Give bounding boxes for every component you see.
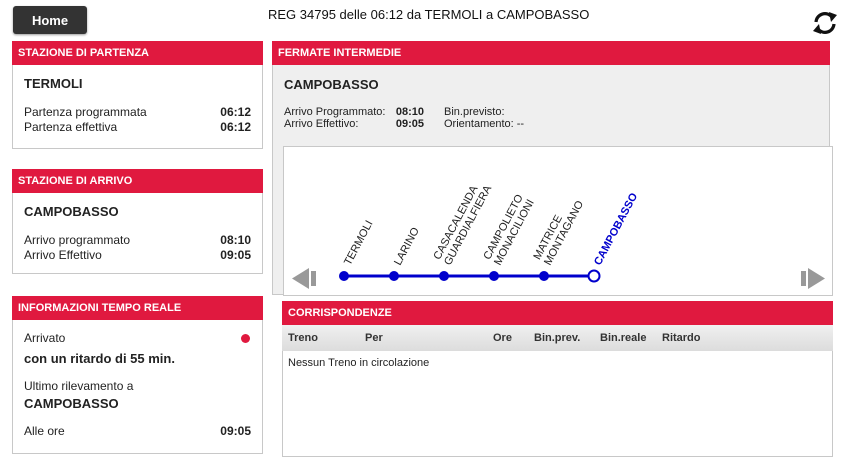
col-bin-reale: Bin.reale [600,332,647,344]
arrow-left-icon[interactable] [292,268,316,289]
col-per: Per [365,332,383,344]
departure-scheduled-row: Partenza programmata 06:12 [24,105,251,119]
realtime-last-label: Ultimo rilevamento a [24,379,134,393]
realtime-time-label: Alle ore [24,424,65,438]
realtime-panel: INFORMAZIONI TEMPO REALE Arrivato con un… [12,296,263,454]
route-stop-dot [489,271,499,281]
route-stop-label: CAMPOLIETOMONACILIONI [481,192,536,267]
connections-header: CORRISPONDENZE [282,301,833,325]
col-ritardo: Ritardo [662,332,701,344]
arrival-actual-label: Arrivo Effettivo [24,248,102,262]
bin-previsto-label: Bin.previsto: [444,106,505,118]
departure-actual-row: Partenza effettiva 06:12 [24,120,251,134]
arr-eff-label: Arrivo Effettivo: [284,118,359,130]
departure-actual-label: Partenza effettiva [24,120,118,134]
departure-scheduled-value: 06:12 [220,105,251,119]
connections-empty-message: Nessun Treno in circolazione [288,357,430,369]
route-stop-dot [389,271,399,281]
realtime-header: INFORMAZIONI TEMPO REALE [12,296,263,320]
refresh-icon[interactable] [810,9,840,37]
route-diagram: TERMOLI LARINO CASACALENDAGUARDIALFIERA CAM… [283,146,833,296]
intermediate-station: CAMPOBASSO [284,77,379,92]
col-treno: Treno [288,332,318,344]
arrival-scheduled-label: Arrivo programmato [24,233,131,247]
route-stop-label: TERMOLI [342,219,376,268]
route-stop-label: CAMPOBASSO [592,191,640,268]
orientamento-label: Orientamento: -- [444,118,525,130]
arr-prog-value: 08:10 [395,106,424,118]
departure-station: TERMOLI [24,76,83,91]
realtime-time-value: 09:05 [220,424,251,438]
route-stop-dot [439,271,449,281]
departure-actual-value: 06:12 [220,120,251,134]
route-svg: TERMOLI LARINO CASACALENDAGUARDIALFIERACAM… [292,183,825,289]
col-ore: Ore [493,332,512,344]
realtime-delay: con un ritardo di 55 min. [24,351,175,366]
col-bin-prev: Bin.prev. [534,332,581,344]
page-title: REG 34795 delle 06:12 da TERMOLI a CAMPO… [268,7,590,22]
arrival-scheduled-value: 08:10 [220,233,251,247]
departure-panel: STAZIONE DI PARTENZA TERMOLI Partenza pr… [12,41,263,149]
arr-prog-label: Arrivo Programmato: [284,106,386,118]
route-stop-label: LARINO [392,225,422,267]
route-stop-dot [587,269,601,283]
realtime-time-row: Alle ore 09:05 [24,424,251,438]
arrival-header: STAZIONE DI ARRIVO [12,169,263,193]
arr-eff-value: 09:05 [395,118,424,130]
realtime-status: Arrivato [24,331,66,345]
arrival-panel: STAZIONE DI ARRIVO CAMPOBASSO Arrivo pro… [12,169,263,274]
home-button[interactable]: Home [13,6,87,34]
connections-panel: CORRISPONDENZE Treno Per Ore Bin.prev. B… [282,301,833,457]
departure-header: STAZIONE DI PARTENZA [12,41,263,65]
arrival-actual-row: Arrivo Effettivo 09:05 [24,248,251,262]
intermediate-panel: FERMATE INTERMEDIE CAMPOBASSO Arrivo Pro… [272,41,833,296]
connections-table-header: Treno Per Ore Bin.prev. Bin.reale Ritard… [282,325,833,351]
realtime-last-station: CAMPOBASSO [24,396,119,411]
intermediate-header: FERMATE INTERMEDIE [272,41,830,65]
departure-scheduled-label: Partenza programmata [24,105,147,119]
route-stop-label: MATRICEMONTAGANO [531,193,586,268]
arrival-scheduled-row: Arrivo programmato 08:10 [24,233,251,247]
route-stop-dot [539,271,549,281]
route-stop-dot [339,271,349,281]
arrow-right-icon[interactable] [801,268,825,289]
arrival-actual-value: 09:05 [220,248,251,262]
arrival-station: CAMPOBASSO [24,204,119,219]
status-dot-icon [241,334,250,343]
